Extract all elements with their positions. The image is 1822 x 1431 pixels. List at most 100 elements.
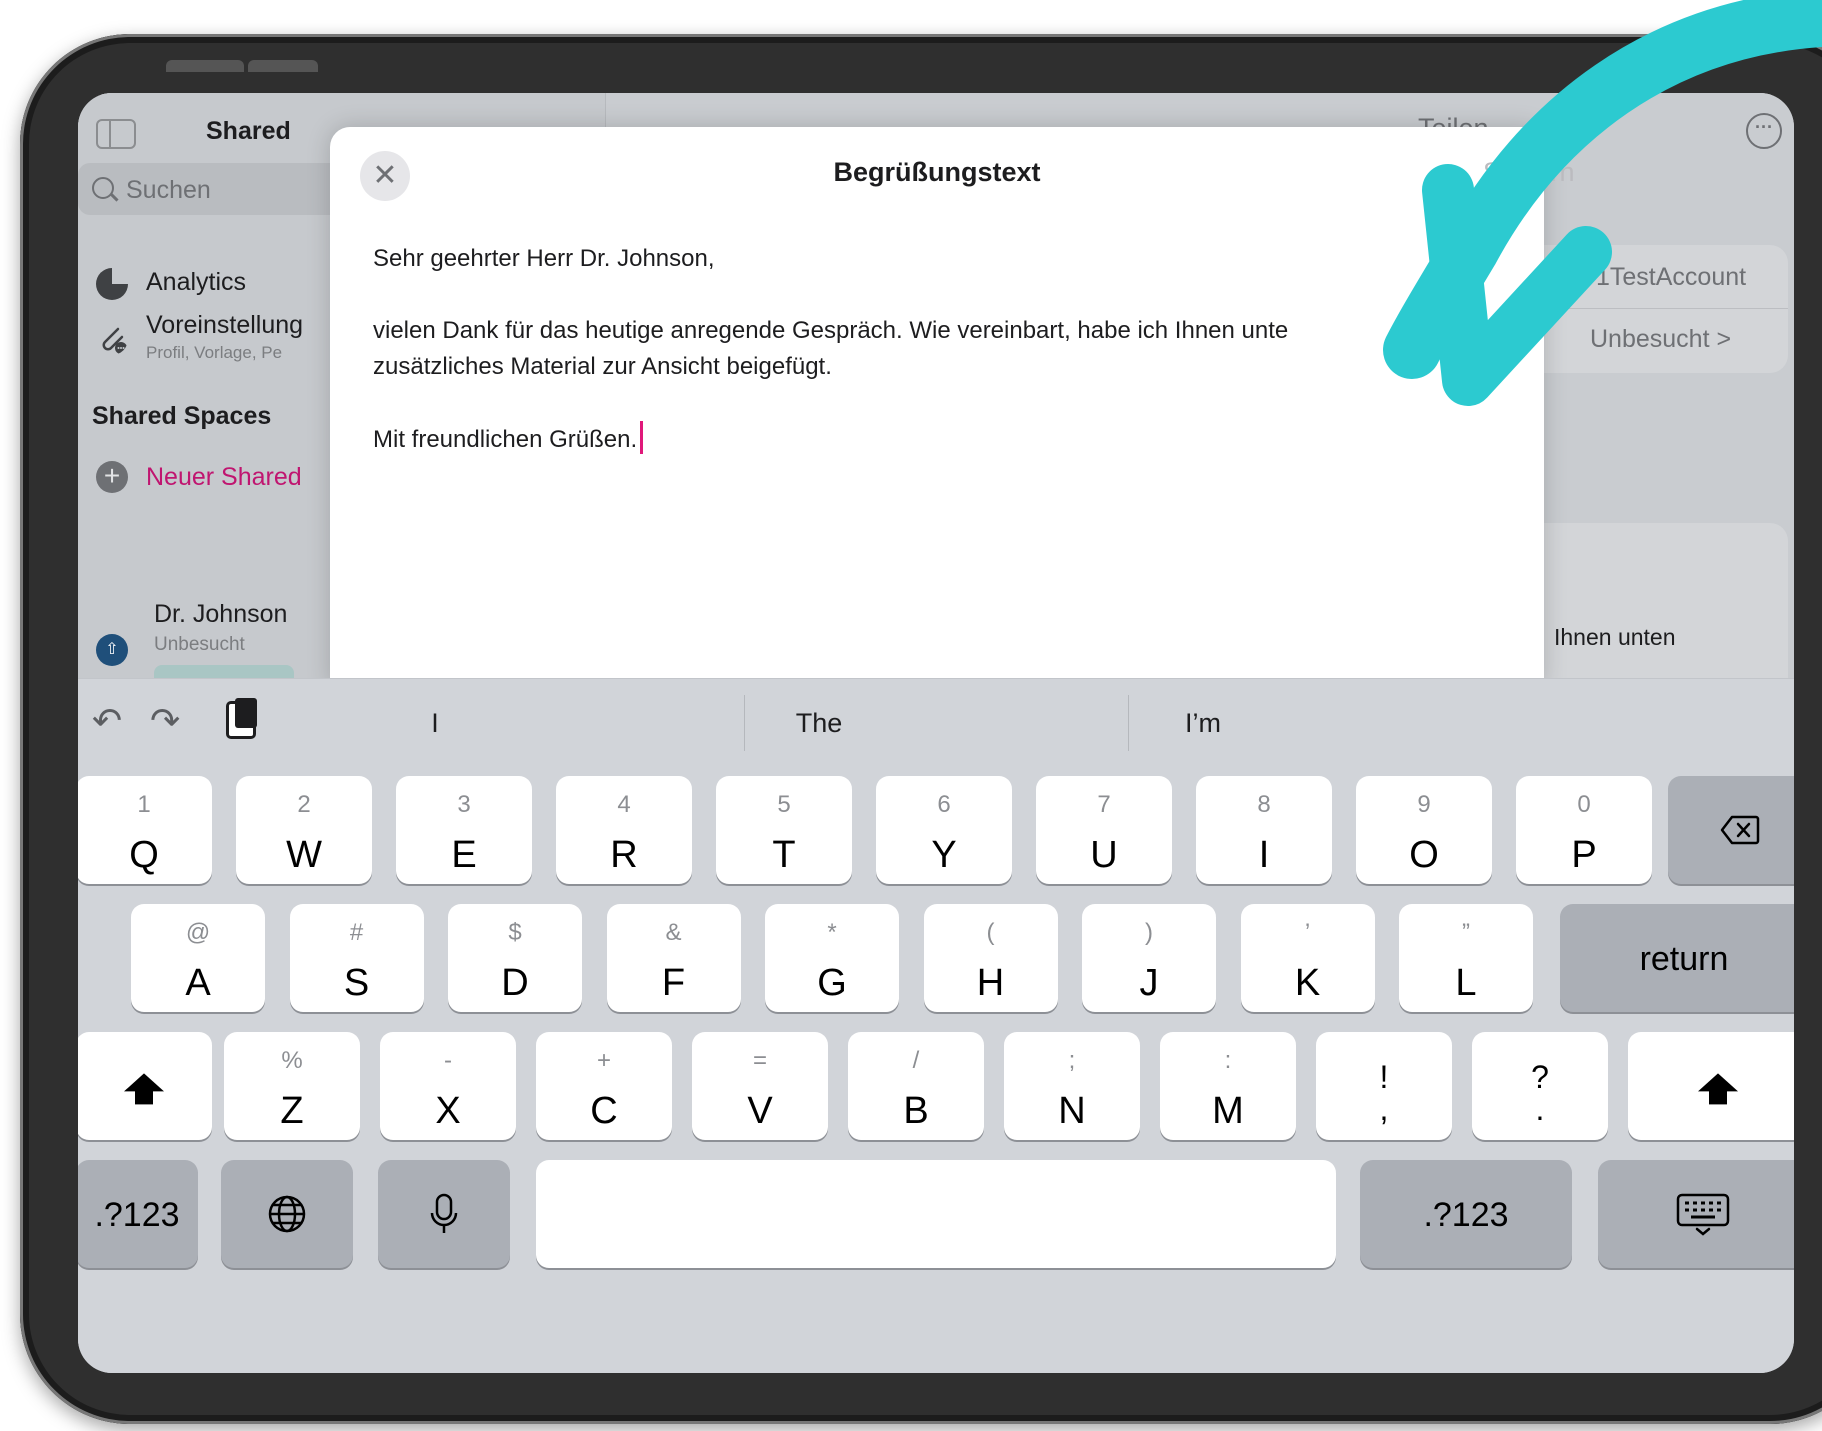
numbers-label: .?123 (1423, 1196, 1509, 1234)
shared-space-status: Unbesucht (154, 634, 245, 655)
key-symbol: 6 (937, 791, 951, 818)
key-i[interactable]: 8I (1196, 776, 1332, 884)
volume-button (248, 60, 318, 72)
key-symbol: = (752, 1047, 767, 1074)
key-m[interactable]: :M (1160, 1032, 1296, 1140)
suggestion-1[interactable]: I (245, 679, 625, 767)
key-h[interactable]: (H (923, 904, 1058, 1012)
key-x[interactable]: -X (380, 1032, 516, 1140)
key-symbol: + (596, 1047, 611, 1074)
stage: Shared Suchen Analytics Voreinstellung P… (0, 0, 1822, 1431)
key-e[interactable]: 3E (396, 776, 532, 884)
key-t[interactable]: 5T (716, 776, 852, 884)
key-f[interactable]: & F (606, 904, 741, 1012)
sidebar-toggle-icon[interactable] (96, 119, 136, 149)
key-n[interactable]: ; N (1004, 1032, 1140, 1140)
key-z[interactable]: % Z (224, 1032, 360, 1140)
key-c[interactable]: + C (536, 1032, 672, 1140)
key-u[interactable]: 7U (1036, 776, 1172, 884)
space-key[interactable] (536, 1160, 1336, 1268)
key-symbol: & (665, 919, 682, 946)
key-symbol: 3 (457, 791, 471, 818)
key-a[interactable]: @ A (131, 904, 265, 1012)
key-p[interactable]: 0P (1516, 776, 1652, 884)
suggestion-3[interactable]: I’m (1013, 679, 1393, 767)
account-label: 1TestAccount (1596, 263, 1747, 291)
key-o[interactable]: 9O (1356, 776, 1492, 884)
undo-icon[interactable]: ↶ (92, 701, 122, 741)
key-letter: N (1058, 1090, 1086, 1132)
dictation-key[interactable] (378, 1160, 510, 1268)
text-line: Mit freundlichen Grüßen. (373, 426, 638, 453)
paperclip-icon (102, 327, 127, 354)
globe-icon (268, 1195, 306, 1233)
key-g[interactable]: * G (765, 904, 899, 1012)
key-w[interactable]: 2W (236, 776, 372, 884)
detail-text-snippet: Ihnen unten (1554, 624, 1676, 650)
numbers-key-left[interactable]: .?123 (78, 1160, 198, 1268)
text-cursor (640, 421, 644, 454)
return-label: return (1639, 940, 1729, 978)
plus-icon[interactable]: + (96, 461, 128, 493)
key-k[interactable]: ’ K (1240, 904, 1375, 1012)
key-symbol: ” (1462, 919, 1470, 946)
shift-key-right[interactable] (1628, 1032, 1794, 1140)
key-d[interactable]: $ D (448, 904, 582, 1012)
key-symbol: 9 (1417, 791, 1431, 818)
keyboard-dismiss-icon (1676, 1193, 1730, 1236)
shift-key-left[interactable] (78, 1032, 212, 1140)
greeting-text-modal: ✕ Begrüßungstext Sichern Sehr geehrter H… (330, 127, 1575, 687)
section-title-shared-spaces: Shared Spaces (92, 402, 272, 430)
key-symbol: : (1224, 1047, 1232, 1074)
globe-key[interactable] (221, 1160, 353, 1268)
volume-button (166, 60, 244, 72)
sidebar-item-analytics[interactable]: Analytics (146, 268, 246, 297)
key-symbol: 2 (297, 791, 311, 818)
key-question-period[interactable]: ?. (1472, 1032, 1608, 1140)
numbers-key-right[interactable]: .?123 (1360, 1160, 1572, 1268)
ipad-screen: Shared Suchen Analytics Voreinstellung P… (78, 93, 1794, 1373)
key-letter: P (1571, 834, 1597, 876)
key-j[interactable]: ) J (1082, 904, 1216, 1012)
key-l[interactable]: ” L (1399, 904, 1533, 1012)
return-key[interactable]: return (1560, 904, 1794, 1012)
hide-keyboard-key[interactable] (1598, 1160, 1794, 1268)
shared-space-name[interactable]: Dr. Johnson (154, 600, 287, 629)
key-s[interactable]: # S (289, 904, 424, 1012)
key-v[interactable]: = V (692, 1032, 828, 1140)
delete-key[interactable] (1668, 776, 1794, 884)
key-exclamation-comma[interactable]: !, (1316, 1032, 1452, 1140)
key-letter: O (1409, 834, 1439, 876)
key-y[interactable]: 6Y (876, 776, 1012, 884)
key-symbol: @ (185, 919, 211, 946)
delete-icon (1720, 815, 1760, 845)
search-placeholder: Suchen (126, 176, 211, 204)
key-letter: D (501, 962, 529, 1004)
key-letter: G (817, 962, 847, 1004)
key-letter: Y (931, 834, 957, 876)
key-letter: X (435, 1090, 461, 1132)
key-symbol: ) (1145, 919, 1153, 946)
key-b[interactable]: / B (848, 1032, 984, 1140)
key-top-symbol: ! (1379, 1059, 1389, 1095)
redo-icon[interactable]: ↷ (150, 701, 180, 741)
key-q[interactable]: 1Q (78, 776, 212, 884)
key-r[interactable]: 4R (556, 776, 692, 884)
key-symbol: 5 (777, 791, 791, 818)
suggestion-2[interactable]: The (629, 679, 1009, 767)
visit-status-row[interactable]: Unbesucht > (1590, 325, 1731, 354)
key-letter: E (451, 834, 477, 876)
key-bottom-symbol: , (1379, 1091, 1389, 1127)
text-line: Sehr geehrter Herr Dr. Johnson, (373, 245, 715, 272)
greeting-text-editor[interactable]: Sehr geehrter Herr Dr. Johnson, vielen D… (373, 241, 1493, 458)
new-shared-space-button[interactable]: Neuer Shared (146, 463, 302, 492)
more-icon[interactable]: ··· (1746, 113, 1782, 149)
key-symbol: * (827, 919, 837, 946)
microphone-icon (430, 1193, 458, 1233)
key-symbol: % (281, 1047, 303, 1074)
save-button[interactable]: Sichern (1483, 157, 1575, 188)
key-letter: V (747, 1090, 773, 1132)
pie-chart-icon (96, 268, 128, 300)
key-top-symbol: ? (1531, 1059, 1549, 1095)
sidebar-item-voreinstellung[interactable]: Voreinstellung (146, 311, 303, 340)
